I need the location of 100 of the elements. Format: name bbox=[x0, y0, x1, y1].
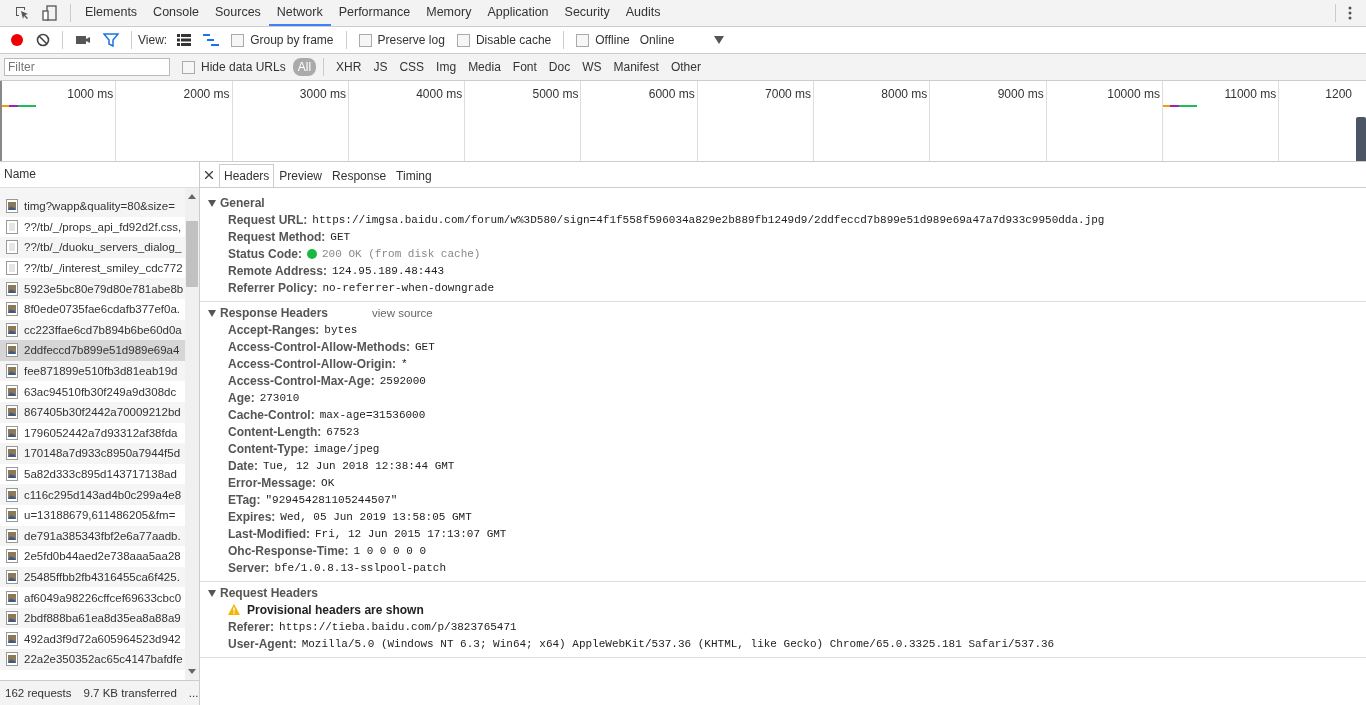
section-title[interactable]: General bbox=[220, 195, 265, 210]
panel-tab[interactable]: Sources bbox=[207, 0, 269, 26]
type-filter-button[interactable]: WS bbox=[577, 58, 607, 76]
panel-tab[interactable]: Console bbox=[145, 0, 207, 26]
request-row[interactable]: ??/tb/_/interest_smiley_cdc772 bbox=[0, 257, 185, 279]
header-value: max-age=31536000 bbox=[319, 408, 426, 421]
filter-icon[interactable] bbox=[103, 33, 119, 47]
request-row[interactable]: 5923e5bc80e79d80e781abe8b bbox=[0, 278, 185, 299]
image-file-icon bbox=[6, 652, 18, 667]
warning-text: Provisional headers are shown bbox=[247, 602, 424, 617]
video-camera-icon[interactable] bbox=[75, 34, 91, 46]
request-row[interactable]: af6049a98226cffcef69633cbc0 bbox=[0, 587, 185, 608]
request-row[interactable]: u=13188679,611486205&fm= bbox=[0, 504, 185, 526]
detail-tab[interactable]: Timing bbox=[391, 164, 437, 187]
header-value: GET bbox=[415, 340, 435, 353]
hide-data-urls-checkbox[interactable]: Hide data URLs bbox=[182, 60, 286, 74]
image-file-icon bbox=[6, 364, 18, 379]
type-filter-button[interactable]: Font bbox=[507, 58, 542, 76]
panel-tab[interactable]: Audits bbox=[617, 0, 669, 26]
request-row[interactable]: timg?wapp&quality=80&size= bbox=[0, 196, 185, 217]
detail-tab[interactable]: Response bbox=[327, 164, 392, 187]
request-row[interactable]: 492ad3f9d72a605964523d942 bbox=[0, 628, 185, 650]
request-row[interactable]: 1796052442a7d93312af38fda bbox=[0, 422, 185, 444]
request-row[interactable]: ??/tb/_/duoku_servers_dialog_ bbox=[0, 237, 185, 258]
option-checkbox[interactable]: Preserve log bbox=[358, 33, 445, 47]
request-row[interactable]: 170148a7d933c8950a7944f5d bbox=[0, 443, 185, 464]
request-row[interactable]: ??/tb/_/props_api_fd92d2f.css, bbox=[0, 216, 185, 238]
more-menu-icon[interactable] bbox=[1348, 6, 1352, 20]
request-row[interactable]: de791a385343fbf2e6a77aadb. bbox=[0, 525, 185, 547]
header-name: Referer: bbox=[228, 619, 275, 634]
record-button[interactable] bbox=[10, 33, 24, 47]
inspect-icon[interactable] bbox=[14, 5, 30, 21]
view-source-link[interactable]: view source bbox=[372, 306, 433, 319]
panel-tab[interactable]: Performance bbox=[330, 0, 419, 26]
request-row[interactable]: 63ac94510fb30f249a9d308dc bbox=[0, 381, 185, 402]
image-file-icon bbox=[6, 302, 18, 317]
time-tick-label: 3000 ms bbox=[299, 87, 347, 101]
document-file-icon bbox=[6, 219, 18, 234]
image-file-icon bbox=[6, 590, 18, 605]
request-row[interactable]: 867405b30f2442a70009212bd bbox=[0, 401, 185, 423]
request-row[interactable]: 2bdf888ba61ea8d35ea8a88a9 bbox=[0, 607, 185, 629]
type-filter-button[interactable]: Other bbox=[665, 58, 706, 76]
scroll-thumb[interactable] bbox=[186, 221, 198, 287]
header-name: Access-Control-Allow-Methods: bbox=[228, 339, 410, 354]
image-file-icon bbox=[6, 611, 18, 626]
option-checkbox[interactable]: Offline bbox=[576, 33, 630, 47]
panel-tab[interactable]: Application bbox=[479, 0, 557, 26]
request-row[interactable]: 2e5fd0b44aed2e738aaa5aa28 bbox=[0, 546, 185, 567]
time-tick-label: 2000 ms bbox=[183, 87, 231, 101]
scrollbar[interactable] bbox=[185, 188, 199, 680]
time-tick-label: 1200 bbox=[1325, 87, 1353, 101]
device-icon[interactable] bbox=[42, 5, 58, 21]
header-value: * bbox=[401, 357, 408, 370]
panel-tab[interactable]: Elements bbox=[77, 0, 146, 26]
request-row[interactable]: fee871899e510fb3d81eab19d bbox=[0, 360, 185, 382]
header-name: Content-Length: bbox=[228, 424, 322, 439]
request-row[interactable]: 25485ffbb2fb4316455ca6f425. bbox=[0, 566, 185, 588]
type-filter-button[interactable]: Doc bbox=[543, 58, 576, 76]
header-name: User-Agent: bbox=[228, 636, 297, 651]
warning-icon bbox=[228, 604, 240, 615]
type-filter-button[interactable]: Manifest bbox=[608, 58, 664, 76]
type-filter-button[interactable]: XHR bbox=[331, 58, 367, 76]
request-row[interactable]: 2ddfeccd7b899e51d989e69a4 bbox=[0, 340, 185, 361]
expanded-triangle-icon[interactable] bbox=[208, 198, 216, 207]
type-filter-button[interactable]: Img bbox=[431, 58, 462, 76]
option-checkbox[interactable]: Disable cache bbox=[456, 33, 552, 47]
scroll-up-icon[interactable] bbox=[188, 194, 196, 199]
panel-tab[interactable]: Memory bbox=[418, 0, 480, 26]
waterfall-view-icon[interactable] bbox=[203, 34, 220, 46]
scroll-down-icon[interactable] bbox=[188, 669, 196, 674]
panel-tab[interactable]: Security bbox=[556, 0, 618, 26]
section-title[interactable]: Request Headers bbox=[220, 585, 319, 600]
header-value: 67523 bbox=[326, 425, 360, 438]
type-filter-button[interactable]: CSS bbox=[394, 58, 430, 76]
detail-tab[interactable]: Headers bbox=[219, 164, 275, 187]
time-tick-label: 10000 ms bbox=[1107, 87, 1161, 101]
option-checkbox[interactable]: Group by frame bbox=[231, 33, 334, 47]
request-row[interactable]: 5a82d333c895d143717138ad bbox=[0, 463, 185, 485]
detail-tab[interactable]: Preview bbox=[274, 164, 328, 187]
request-row[interactable]: cc223ffae6cd7b894b6be60d0a bbox=[0, 319, 185, 341]
header-name: Error-Message: bbox=[228, 475, 317, 490]
request-row[interactable]: 22a2e350352ac65c4147bafdfe bbox=[0, 649, 185, 670]
image-file-icon bbox=[6, 549, 18, 564]
request-row[interactable]: c116c295d143ad4b0c299a4e8 bbox=[0, 484, 185, 505]
header-value: Fri, 12 Jun 2015 17:13:07 GMT bbox=[315, 527, 507, 540]
type-filter-button[interactable]: Media bbox=[463, 58, 506, 76]
request-row[interactable]: 8f0ede0735fae6cdafb377ef0a. bbox=[0, 298, 185, 320]
section-title[interactable]: Response Headers bbox=[220, 305, 329, 320]
expanded-triangle-icon[interactable] bbox=[208, 308, 216, 317]
close-icon[interactable] bbox=[205, 170, 213, 179]
throttling-dropdown[interactable]: Online bbox=[635, 33, 729, 47]
view-label: View: bbox=[138, 33, 168, 47]
header-name: Date: bbox=[228, 458, 258, 473]
panel-tab[interactable]: Network bbox=[268, 0, 331, 26]
type-filter-button[interactable]: JS bbox=[368, 58, 393, 76]
filter-input[interactable]: Filter bbox=[4, 58, 170, 76]
overview-handle[interactable] bbox=[1356, 117, 1366, 161]
expanded-triangle-icon[interactable] bbox=[208, 588, 216, 597]
clear-icon[interactable] bbox=[36, 33, 50, 47]
list-view-icon[interactable] bbox=[177, 34, 192, 46]
